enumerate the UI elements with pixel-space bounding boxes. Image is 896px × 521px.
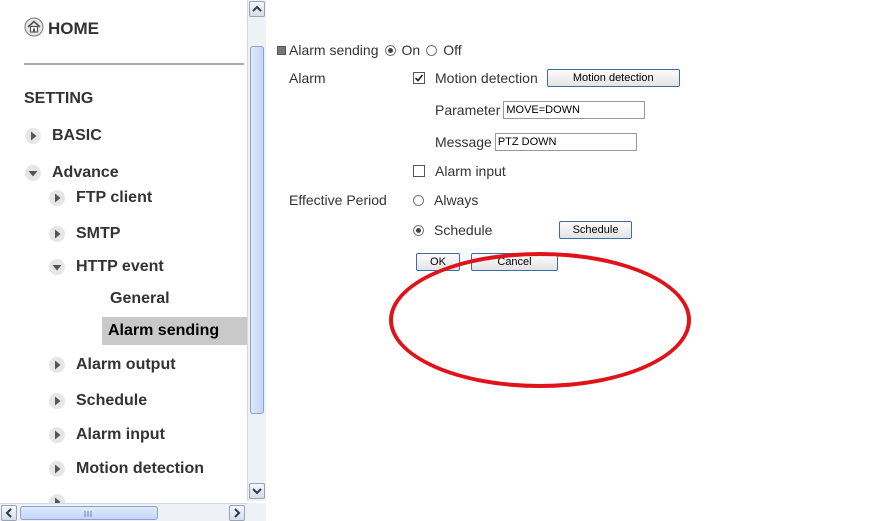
scroll-left-button[interactable] [1,505,17,521]
nav-item-label: BASIC [52,127,102,144]
always-radio[interactable] [413,194,424,206]
alarm-input-row: Alarm input [413,161,506,181]
alarm-sending-label: Alarm sending [289,42,379,58]
nav-item-basic[interactable]: BASIC [24,124,102,148]
triangle-right-icon [48,426,66,444]
scroll-right-button[interactable] [229,505,245,521]
nav-item-schedule[interactable]: Schedule [48,389,147,413]
triangle-right-icon [48,392,66,410]
schedule-button-row: Schedule [559,220,632,240]
always-label: Always [434,192,479,208]
vertical-scroll-thumb[interactable] [250,46,264,414]
nav-item-label: Schedule [76,392,148,409]
scrollbar-corner [247,503,266,521]
schedule-row: Schedule [407,220,492,240]
action-buttons-row: OK Cancel [416,252,558,272]
parameter-input[interactable] [503,101,646,119]
schedule-label: Schedule [434,222,493,238]
nav-item-alarm-input[interactable]: Alarm input [48,423,165,447]
off-label: Off [443,42,462,58]
nav-item-ftp-client[interactable]: FTP client [48,186,152,210]
triangle-down-icon [24,164,42,182]
triangle-right-icon [24,127,42,145]
triangle-right-icon [48,225,66,243]
nav-item-label: Alarm input [76,426,165,443]
checkmark-icon [414,74,424,82]
motion-detection-button[interactable]: Motion detection [546,69,680,87]
scroll-up-button[interactable] [249,1,265,17]
home-link[interactable]: HOME [24,14,99,44]
alarm-sending-row: Alarm sending On Off [277,40,462,60]
chevron-right-icon [234,508,241,518]
nav-item-advance[interactable]: Advance [24,161,119,185]
home-icon [24,17,44,42]
divider [24,63,244,65]
effective-period-row: Effective Period [289,190,387,210]
triangle-right-icon [48,189,66,207]
chevron-left-icon [5,508,12,518]
horizontal-scrollbar[interactable] [0,503,247,521]
message-row: Message [435,132,637,152]
message-input[interactable] [494,133,637,151]
schedule-radio[interactable] [413,224,424,236]
triangle-right-icon [48,460,66,478]
scroll-down-button[interactable] [249,483,265,499]
nav-item-alarm-sending[interactable]: Alarm sending [102,317,250,345]
effective-period-label: Effective Period [289,192,387,208]
triangle-right-icon [48,356,66,374]
grip-icon [84,511,92,517]
parameter-row: Parameter [435,100,646,120]
nav-item-label: FTP client [76,189,153,206]
alarm-sending-form: Alarm sending On Off Alarm Motion detect… [272,0,896,521]
radio-dot-icon [387,47,393,53]
nav-item-general[interactable]: General [110,285,170,313]
navigation-frame: HOME SETTING BASIC Advance FTP client SM… [0,0,269,521]
chevron-down-icon [252,488,262,495]
on-label: On [401,42,421,58]
home-label: HOME [48,19,99,38]
alarm-sending-on-radio[interactable] [384,44,396,56]
nav-item-alarm-output[interactable]: Alarm output [48,353,176,377]
alarm-input-label: Alarm input [435,163,506,179]
alarm-label-row: Alarm [289,68,326,88]
nav-item-label: Motion detection [76,460,204,477]
nav-item-label: HTTP event [76,258,164,275]
setting-heading: SETTING [24,90,94,107]
nav-item-smtp[interactable]: SMTP [48,222,120,246]
message-label: Message [435,134,492,150]
alarm-label: Alarm [289,70,326,86]
always-row: Always [407,190,478,210]
horizontal-scroll-thumb[interactable] [20,506,158,520]
motion-detection-label: Motion detection [435,70,538,86]
chevron-up-icon [252,5,262,12]
alarm-input-checkbox[interactable] [413,165,425,177]
nav-item-label: SMTP [76,225,121,242]
nav-item-label: Advance [52,164,119,181]
radio-dot-icon [416,227,421,233]
parameter-label: Parameter [435,102,501,118]
triangle-down-icon [48,258,66,276]
ok-button[interactable]: OK [416,253,460,271]
nav-item-http-event[interactable]: HTTP event [48,255,164,279]
vertical-scrollbar[interactable] [247,0,266,501]
schedule-button[interactable]: Schedule [559,221,632,239]
motion-detection-row: Motion detection Motion detection [413,68,680,88]
nav-item-label: Alarm output [76,356,176,373]
nav-item-motion-detection[interactable]: Motion detection [48,457,204,481]
alarm-sending-off-radio[interactable] [426,44,438,56]
bullet-square-icon [277,45,286,55]
cancel-button[interactable]: Cancel [471,253,558,271]
motion-detection-checkbox[interactable] [413,72,425,84]
